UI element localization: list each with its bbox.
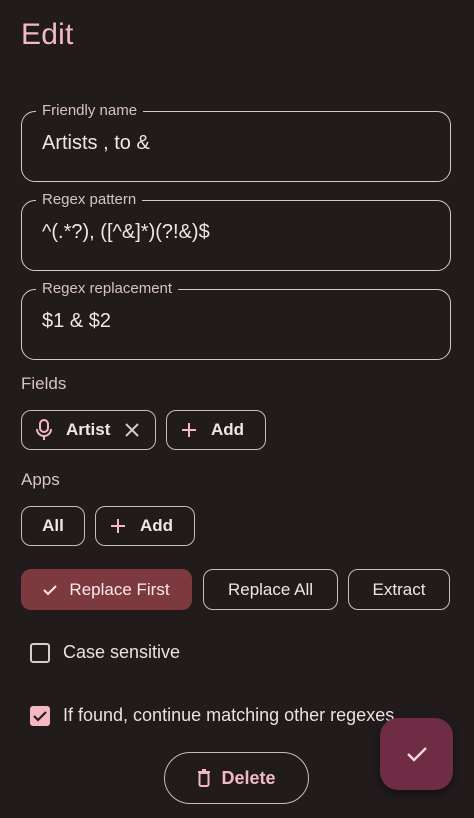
case-sensitive-option[interactable]: Case sensitive (30, 642, 180, 663)
regex-pattern-field[interactable]: Regex pattern (21, 190, 451, 271)
save-fab[interactable] (380, 718, 453, 790)
case-sensitive-label: Case sensitive (63, 642, 181, 662)
regex-pattern-input[interactable] (42, 221, 432, 244)
check-icon (43, 584, 58, 596)
replace-all-button[interactable]: Replace All (203, 569, 338, 610)
friendly-name-field[interactable]: Friendly name (21, 101, 451, 182)
apps-section-label: Apps (21, 470, 60, 489)
delete-label: Delete (221, 767, 276, 788)
regex-replacement-field[interactable]: Regex replacement (21, 279, 451, 360)
apps-all-chip[interactable]: All (21, 506, 85, 546)
extract-label: Extract (372, 579, 426, 599)
extract-button[interactable]: Extract (348, 569, 450, 610)
regex-replacement-label: Regex replacement (36, 279, 179, 299)
add-field-label: Add (211, 420, 245, 439)
add-app-button[interactable]: Add (95, 506, 195, 546)
continue-matching-checkbox[interactable] (30, 705, 50, 726)
fields-section-label: Fields (21, 374, 67, 393)
apps-all-label: All (42, 516, 64, 535)
friendly-name-label: Friendly name (36, 101, 144, 121)
add-app-label: Add (140, 516, 174, 535)
field-chip-artist[interactable]: Artist (21, 410, 156, 450)
continue-matching-option[interactable]: If found, continue matching other regexe… (30, 705, 394, 726)
check-icon (406, 745, 428, 763)
close-icon[interactable] (124, 422, 140, 438)
microphone-icon (35, 419, 53, 441)
page-title: Edit (21, 18, 74, 51)
regex-replacement-input[interactable] (42, 310, 432, 333)
plus-icon (181, 422, 197, 438)
field-chip-label: Artist (66, 420, 111, 439)
trash-icon (197, 769, 211, 787)
regex-pattern-label: Regex pattern (36, 190, 143, 210)
replace-all-label: Replace All (227, 579, 314, 599)
plus-icon (110, 518, 126, 534)
add-field-button[interactable]: Add (166, 410, 266, 450)
edit-screen: Edit Friendly name Regex pattern Regex r… (0, 0, 474, 818)
replace-first-button[interactable]: Replace First (21, 569, 192, 610)
friendly-name-input[interactable] (42, 132, 432, 155)
replace-first-label: Replace First (69, 579, 170, 599)
delete-button[interactable]: Delete (164, 752, 309, 804)
continue-matching-label: If found, continue matching other regexe… (63, 705, 395, 725)
case-sensitive-checkbox[interactable] (30, 642, 50, 663)
